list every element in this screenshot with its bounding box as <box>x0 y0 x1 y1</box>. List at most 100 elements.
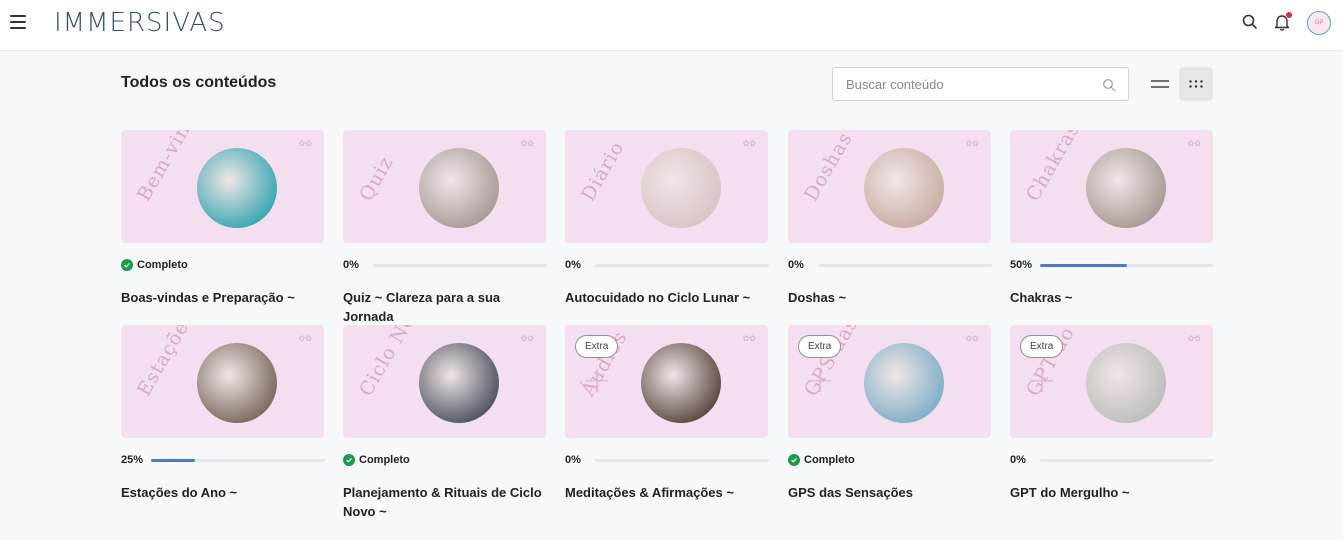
content-card[interactable]: GPS das Sensações Extra + ✿✿ Completo GP… <box>788 325 992 500</box>
thumbnail-image <box>641 148 721 228</box>
progress-fill <box>151 458 195 462</box>
card-progress: 25% <box>121 452 325 468</box>
watermark-icon: ✿✿ <box>298 139 312 148</box>
check-circle-icon <box>788 454 800 466</box>
card-thumbnail[interactable]: Quiz ✿✿ <box>343 130 546 243</box>
status-label: Completo <box>137 259 188 271</box>
list-view-button[interactable] <box>1143 67 1177 101</box>
thumbnail-image <box>197 148 277 228</box>
plus-icon: + <box>1027 360 1058 401</box>
watermark-icon: ✿✿ <box>742 334 756 343</box>
card-progress: 0% <box>343 257 547 273</box>
page-title: Todos os conteúdos <box>121 74 277 91</box>
thumbnail-image <box>197 343 277 423</box>
progress-percent: 0% <box>565 454 581 466</box>
card-progress: 0% <box>788 257 992 273</box>
avatar[interactable]: GP <box>1307 11 1331 35</box>
watermark-icon: ✿✿ <box>520 139 534 148</box>
card-thumbnail[interactable]: Estações ✿✿ <box>121 325 324 438</box>
content-card[interactable]: Diário ✿✿ 0% Autocuidado no Ciclo Lunar … <box>565 130 769 305</box>
thumbnail-arc-text: Quiz <box>355 152 399 205</box>
card-title[interactable]: Quiz ~ Clareza para a sua Jornada <box>343 288 547 326</box>
thumbnail-image <box>1086 343 1166 423</box>
content-card[interactable]: Ciclo Novo ✿✿ Completo Planejamento & Ri… <box>343 325 547 519</box>
avatar-initials: GP <box>1314 20 1324 26</box>
card-progress: 0% <box>1010 452 1214 468</box>
progress-bar <box>818 263 992 267</box>
hamburger-icon[interactable] <box>10 15 26 29</box>
list-view-icon <box>1151 80 1169 88</box>
extra-badge: Extra <box>798 335 842 358</box>
card-thumbnail[interactable]: Doshas ✿✿ <box>788 130 991 243</box>
status-label: Completo <box>359 454 410 466</box>
progress-bar <box>595 263 769 267</box>
check-circle-icon <box>343 454 355 466</box>
card-progress: Completo <box>343 452 547 468</box>
notification-dot <box>1286 12 1292 18</box>
watermark-icon: ✿✿ <box>1187 139 1201 148</box>
card-thumbnail[interactable]: Bem-vinda! ✿✿ <box>121 130 324 243</box>
plus-icon: + <box>582 360 613 401</box>
card-thumbnail[interactable]: GPS das Sensações Extra + ✿✿ <box>788 325 991 438</box>
card-title[interactable]: Doshas ~ <box>788 288 992 307</box>
watermark-icon: ✿✿ <box>742 139 756 148</box>
plus-icon: + <box>805 360 836 401</box>
card-thumbnail[interactable]: GPT do Mergulho Extra + ✿✿ <box>1010 325 1213 438</box>
progress-percent: 0% <box>1010 454 1026 466</box>
progress-percent: 0% <box>565 259 581 271</box>
progress-bar <box>595 458 769 462</box>
card-title[interactable]: GPT do Mergulho ~ <box>1010 483 1214 502</box>
thumbnail-image <box>419 148 499 228</box>
search-icon[interactable] <box>1240 12 1260 32</box>
card-progress: Completo <box>121 257 325 273</box>
content-card[interactable]: Chakras ✿✿ 50% Chakras ~ <box>1010 130 1214 305</box>
extra-badge: Extra <box>1020 335 1064 358</box>
progress-bar <box>1040 458 1214 462</box>
card-progress: Completo <box>788 452 992 468</box>
content-card[interactable]: Bem-vinda! ✿✿ Completo Boas-vindas e Pre… <box>121 130 325 305</box>
thumbnail-image <box>864 343 944 423</box>
card-progress: 0% <box>565 257 769 273</box>
card-title[interactable]: Meditações & Afirmações ~ <box>565 483 769 502</box>
content-card[interactable]: Estações ✿✿ 25% Estações do Ano ~ <box>121 325 325 500</box>
thumbnail-arc-text: Chakras <box>1022 130 1085 205</box>
search-input[interactable] <box>833 68 1083 100</box>
card-title[interactable]: Chakras ~ <box>1010 288 1214 307</box>
status-complete: Completo <box>121 259 188 271</box>
thumbnail-arc-text: Doshas <box>800 130 857 205</box>
status-label: Completo <box>804 454 855 466</box>
search-icon[interactable] <box>1102 78 1116 92</box>
card-thumbnail[interactable]: Ciclo Novo ✿✿ <box>343 325 546 438</box>
status-complete: Completo <box>343 454 410 466</box>
card-thumbnail[interactable]: Chakras ✿✿ <box>1010 130 1213 243</box>
card-thumbnail[interactable]: Diário ✿✿ <box>565 130 768 243</box>
grid-view-button[interactable] <box>1179 67 1213 101</box>
top-bar: IMMERSIVAS GP <box>0 0 1343 51</box>
card-title[interactable]: Autocuidado no Ciclo Lunar ~ <box>565 288 769 307</box>
progress-percent: 0% <box>788 259 804 271</box>
logo[interactable]: IMMERSIVAS <box>54 8 226 38</box>
thumbnail-image <box>864 148 944 228</box>
watermark-icon: ✿✿ <box>965 139 979 148</box>
card-title[interactable]: Planejamento & Rituais de Ciclo Novo ~ <box>343 483 547 521</box>
content-card[interactable]: Doshas ✿✿ 0% Doshas ~ <box>788 130 992 305</box>
thumbnail-arc-text: Estações <box>133 325 199 400</box>
content-card[interactable]: Quiz ✿✿ 0% Quiz ~ Clareza para a sua Jor… <box>343 130 547 324</box>
card-title[interactable]: GPS das Sensações <box>788 483 992 502</box>
content-search <box>832 67 1129 101</box>
content-card[interactable]: Áudios Extra + ✿✿ 0% Meditações & Afirma… <box>565 325 769 500</box>
watermark-icon: ✿✿ <box>965 334 979 343</box>
progress-fill <box>1040 263 1127 267</box>
progress-percent: 0% <box>343 259 359 271</box>
content-card[interactable]: GPT do Mergulho Extra + ✿✿ 0% GPT do Mer… <box>1010 325 1214 500</box>
progress-percent: 25% <box>121 454 144 466</box>
card-thumbnail[interactable]: Áudios Extra + ✿✿ <box>565 325 768 438</box>
progress-bar <box>151 458 325 462</box>
card-title[interactable]: Estações do Ano ~ <box>121 483 325 502</box>
notifications-button[interactable] <box>1272 12 1292 32</box>
card-progress: 0% <box>565 452 769 468</box>
watermark-icon: ✿✿ <box>520 334 534 343</box>
thumbnail-image <box>1086 148 1166 228</box>
progress-percent: 50% <box>1010 259 1033 271</box>
card-title[interactable]: Boas-vindas e Preparação ~ <box>121 288 325 307</box>
